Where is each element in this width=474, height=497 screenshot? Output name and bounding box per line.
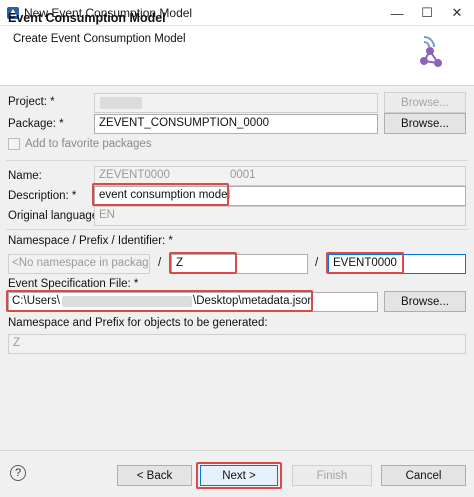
name-value-suffix: 0001 <box>230 169 256 181</box>
prefix-separator: / <box>315 257 319 269</box>
event-model-icon <box>420 36 442 67</box>
finish-button: Finish <box>292 465 372 486</box>
favorite-label: Add to favorite packages <box>25 138 152 150</box>
language-label: Original language: <box>8 210 102 222</box>
package-browse-button[interactable]: Browse... <box>384 113 466 134</box>
back-button[interactable]: < Back <box>117 465 192 486</box>
separator <box>6 229 468 230</box>
project-browse-button: Browse... <box>384 92 466 113</box>
redacted-user <box>62 296 192 307</box>
project-label: Project: * <box>8 96 55 108</box>
help-icon[interactable]: ? <box>10 465 26 481</box>
name-label: Name: <box>8 170 42 182</box>
prefix-input[interactable]: Z <box>171 254 308 274</box>
package-label: Package: * <box>8 118 64 130</box>
minimize-button[interactable]: — <box>384 2 410 24</box>
favorite-checkbox <box>8 138 20 150</box>
description-label: Description: * <box>8 190 77 202</box>
banner-title: Event Consumption Model <box>8 11 166 25</box>
close-button[interactable]: ✕ <box>444 2 470 24</box>
next-button[interactable]: Next > <box>200 465 278 486</box>
footer-separator <box>0 450 474 451</box>
spec-file-browse-button[interactable]: Browse... <box>384 291 466 312</box>
description-input[interactable]: event consumption model <box>94 186 466 206</box>
spec-file-path-start: C:\Users\ <box>12 295 60 307</box>
generated-namespace-field: Z <box>8 334 466 354</box>
namespace-label: Namespace / Prefix / Identifier: * <box>8 235 173 247</box>
package-input[interactable]: ZEVENT_CONSUMPTION_0000 <box>94 114 378 134</box>
spec-file-label: Event Specification File: * <box>8 278 139 290</box>
generated-namespace-label: Namespace and Prefix for objects to be g… <box>8 317 268 329</box>
namespace-select: <No namespace in package> <box>8 254 150 274</box>
cancel-button[interactable]: Cancel <box>381 465 466 486</box>
spec-file-path-end: \Desktop\metadata.json <box>193 295 314 307</box>
separator <box>6 160 468 161</box>
maximize-button[interactable]: ☐ <box>414 2 440 24</box>
namespace-separator: / <box>158 257 162 269</box>
identifier-input[interactable]: EVENT0000 <box>328 254 466 274</box>
name-value: ZEVENT0000 <box>99 169 170 181</box>
language-field: EN <box>94 206 466 226</box>
redacted-project <box>100 97 142 109</box>
banner-subtitle: Create Event Consumption Model <box>13 33 186 45</box>
